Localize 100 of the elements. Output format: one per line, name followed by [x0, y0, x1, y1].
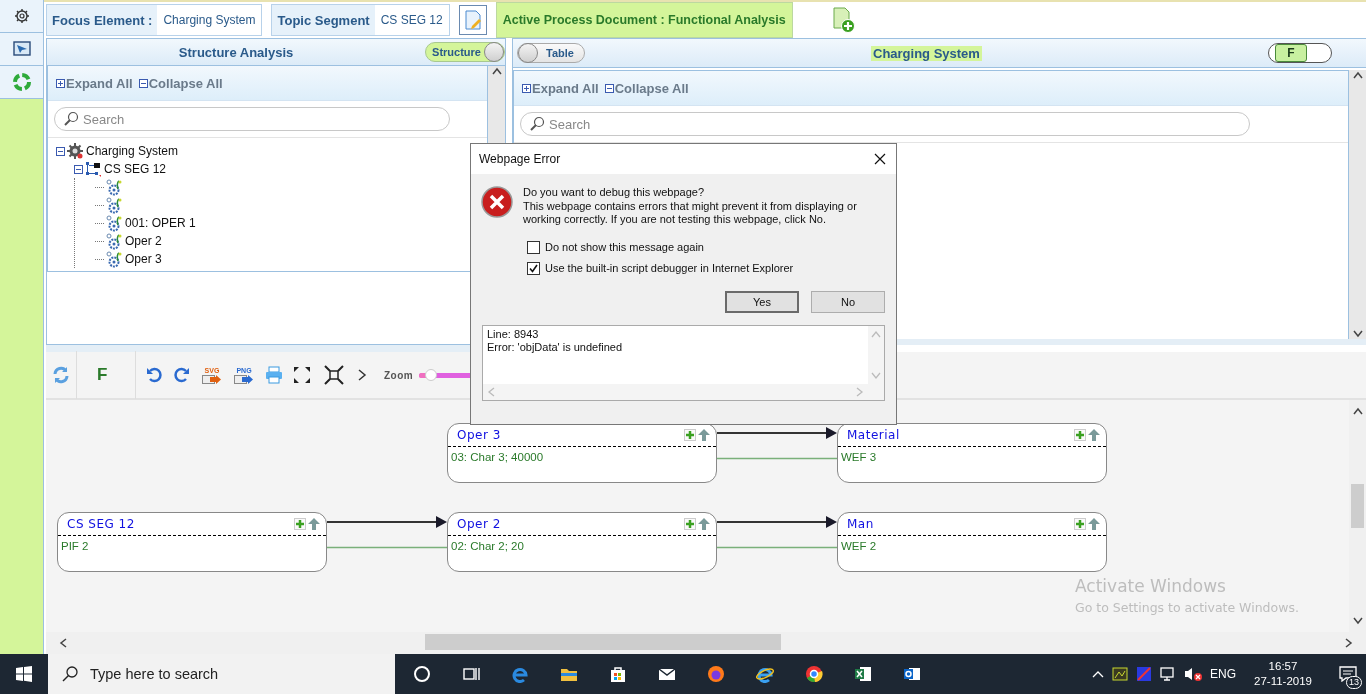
tree-item[interactable]: Charging System	[86, 144, 179, 158]
structure-toggle[interactable]: Structure	[425, 42, 505, 62]
tree-item[interactable]: CS SEG 12	[104, 162, 167, 176]
up-arrow-icon[interactable]	[1088, 429, 1100, 441]
chrome-browser-icon[interactable]	[804, 665, 823, 683]
diagram-node[interactable]: Oper 2 02: Char 2; 20	[447, 512, 717, 572]
add-icon[interactable]	[684, 429, 696, 441]
gears-icon	[106, 214, 123, 232]
tray-app-icon[interactable]	[1112, 666, 1128, 682]
collapse-icon	[138, 78, 148, 88]
fox-browser-icon[interactable]	[706, 665, 725, 683]
horizontal-scrollbar[interactable]	[46, 632, 1366, 654]
up-arrow-icon[interactable]	[1088, 518, 1100, 530]
tree-toggle-icon[interactable]	[56, 146, 65, 156]
browser-e-icon[interactable]	[510, 665, 529, 683]
redo-icon[interactable]	[174, 367, 190, 383]
filter-toggle[interactable]: F	[1268, 43, 1332, 63]
tree-item[interactable]: 001: OPER 1	[125, 216, 196, 230]
taskbar-search-field[interactable]: Type here to search	[48, 654, 395, 694]
node-detail: PIF 2	[60, 539, 90, 554]
dialog-button[interactable]: Yes	[725, 290, 799, 313]
left-chevron-icon[interactable]	[58, 637, 68, 649]
settings-icon[interactable]	[13, 8, 30, 24]
speaker-muted-icon[interactable]	[1184, 666, 1202, 682]
store-bag-icon[interactable]	[608, 665, 627, 683]
checkbox-label: Do not show this message again	[545, 241, 704, 253]
search-icon	[62, 666, 78, 682]
add-icon[interactable]	[684, 518, 696, 530]
node-title: Material	[847, 428, 901, 442]
tree-item[interactable]: Oper 3	[125, 252, 162, 266]
tray-app-icon[interactable]	[1136, 666, 1152, 682]
fit-to-screen-icon[interactable]	[324, 365, 344, 385]
browser-e-icon[interactable]	[755, 665, 774, 683]
field-label: Focus Element :	[51, 11, 154, 30]
recycle-icon[interactable]	[12, 73, 31, 91]
language-indicator[interactable]: ENG	[1210, 667, 1236, 681]
diagram-node[interactable]: Oper 3 03: Char 3; 40000	[447, 423, 717, 483]
up-chevron-icon[interactable]	[1351, 70, 1364, 80]
expand-icon	[56, 78, 65, 88]
monitor-icon[interactable]	[12, 40, 31, 58]
add-icon[interactable]	[294, 518, 306, 530]
add-icon[interactable]	[1074, 429, 1086, 441]
document-pencil-icon	[463, 10, 482, 30]
dialog-message: This webpage contains errors that might prevent it from displaying or working correctly. If you are not testing this webpage, click No.	[523, 199, 858, 227]
collapse-all-link[interactable]: Collapse All	[138, 75, 223, 91]
mail-client-icon[interactable]	[902, 665, 921, 683]
add-document-icon[interactable]	[831, 7, 856, 33]
checkbox[interactable]	[527, 240, 540, 254]
edit-document-button[interactable]	[458, 5, 487, 35]
node-title: Oper 2	[457, 517, 502, 531]
close-icon[interactable]	[874, 153, 886, 165]
collapse-all-link[interactable]: Collapse All	[604, 80, 689, 96]
diagram-node[interactable]: Material WEF 3	[837, 423, 1107, 483]
add-icon[interactable]	[1074, 518, 1086, 530]
chevron-right-icon[interactable]	[356, 369, 368, 381]
dialog-title: Webpage Error	[479, 152, 561, 166]
up-arrow-icon[interactable]	[308, 518, 320, 530]
undo-icon[interactable]	[146, 367, 162, 383]
network-icon[interactable]	[1160, 666, 1176, 682]
tree-item[interactable]: Oper 2	[125, 234, 162, 248]
down-chevron-icon[interactable]	[1351, 616, 1364, 626]
expand-all-link[interactable]: Expand All	[56, 75, 133, 91]
tree-toggle-icon[interactable]	[74, 164, 83, 174]
caret-up-icon[interactable]	[1092, 670, 1104, 678]
up-chevron-icon[interactable]	[490, 66, 503, 76]
panel-title: Charging System	[871, 45, 982, 61]
error-detail-line: Error: 'objData' is undefined	[487, 340, 624, 354]
search-field[interactable]: Search	[520, 112, 1250, 136]
refresh-icon[interactable]	[52, 366, 70, 384]
node-detail: 02: Char 2; 20	[450, 539, 525, 554]
up-arrow-icon[interactable]	[698, 518, 710, 530]
scrollbar[interactable]	[1349, 70, 1366, 339]
spreadsheet-icon[interactable]	[853, 665, 872, 683]
node-title: CS SEG 12	[67, 517, 136, 531]
taskbar-clock[interactable]: 16:57 27-11-2019	[1254, 659, 1312, 689]
active-document-label: Active Process Document : Functional Analysis	[495, 2, 793, 38]
expand-icon[interactable]	[293, 366, 311, 384]
right-chevron-icon[interactable]	[1344, 637, 1354, 649]
table-toggle[interactable]: Table	[517, 43, 585, 63]
diagram-node[interactable]: CS SEG 12 PIF 2	[57, 512, 327, 572]
cortana-icon[interactable]	[412, 665, 431, 683]
slider-thumb[interactable]	[425, 368, 438, 381]
diagram-node[interactable]: Man WEF 2	[837, 512, 1107, 572]
task-view-icon[interactable]	[461, 665, 480, 683]
scroll-thumb[interactable]	[1351, 484, 1364, 528]
field-label: Topic Segment	[276, 11, 371, 30]
error-icon	[481, 186, 513, 218]
print-icon[interactable]	[265, 366, 283, 384]
windows-start-icon[interactable]	[16, 666, 32, 682]
vertical-scrollbar[interactable]	[1349, 400, 1366, 632]
filter-button[interactable]: F	[77, 365, 135, 385]
expand-all-link[interactable]: Expand All	[522, 80, 599, 96]
up-chevron-icon[interactable]	[1351, 406, 1364, 416]
dialog-button[interactable]: No	[811, 290, 885, 313]
search-field[interactable]: Search	[54, 107, 450, 131]
zoom-label: Zoom	[384, 369, 414, 381]
checkbox[interactable]	[527, 261, 540, 275]
scroll-thumb[interactable]	[425, 634, 781, 650]
up-arrow-icon[interactable]	[698, 429, 710, 441]
down-chevron-icon[interactable]	[1351, 329, 1364, 339]
